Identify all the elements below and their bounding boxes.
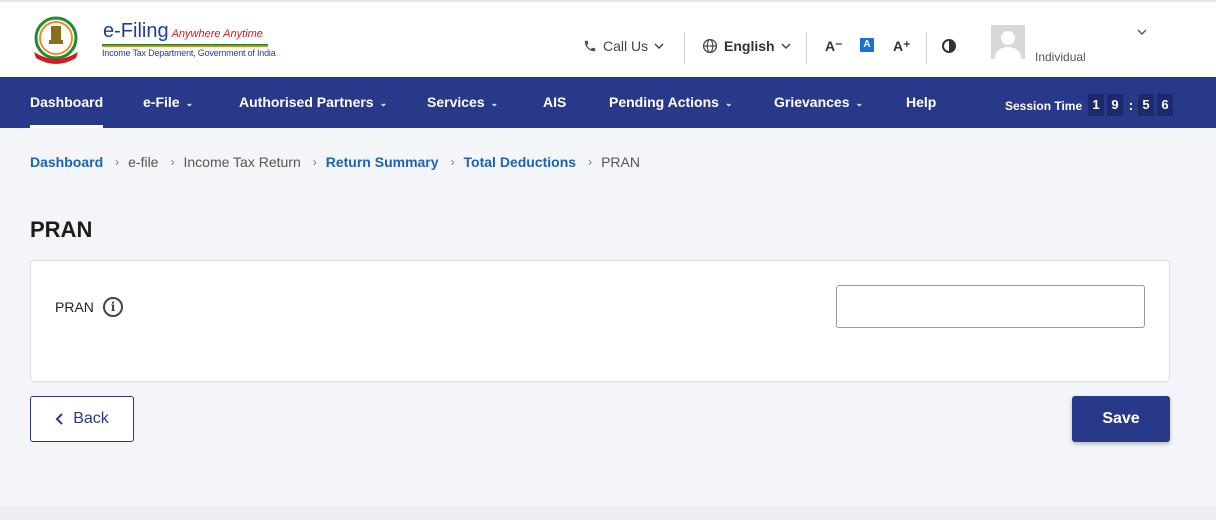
back-button[interactable]: Back <box>30 396 134 442</box>
breadcrumb-efile: e-file <box>128 154 159 170</box>
nav-efile[interactable]: e-File ⌄ <box>143 77 193 128</box>
info-icon[interactable]: i <box>103 297 123 317</box>
avatar[interactable] <box>991 25 1025 59</box>
phone-icon <box>584 40 596 52</box>
chevron-down-icon[interactable] <box>1136 27 1148 37</box>
chevron-down-icon: ⌄ <box>185 98 194 108</box>
chevron-left-icon <box>55 413 63 425</box>
contrast-toggle-icon[interactable] <box>942 39 956 53</box>
user-role: Individual <box>1035 50 1086 64</box>
chevron-right-icon: › <box>312 155 317 169</box>
chevron-right-icon: › <box>450 155 455 169</box>
session-digit: 6 <box>1157 94 1173 116</box>
language-selector[interactable]: English <box>702 38 791 54</box>
session-colon: : <box>1128 97 1134 113</box>
pran-input[interactable] <box>836 285 1145 328</box>
save-button[interactable]: Save <box>1072 396 1170 442</box>
chevron-right-icon: › <box>170 155 175 169</box>
footer-strip <box>0 506 1216 520</box>
nav-services[interactable]: Services ⌄ <box>427 77 498 128</box>
pran-field-label: PRAN <box>55 299 94 315</box>
breadcrumb-dashboard[interactable]: Dashboard <box>30 154 103 170</box>
emblem-icon <box>34 16 78 64</box>
session-time-label: Session Time <box>1005 99 1083 113</box>
nav-grievances[interactable]: Grievances ⌄ <box>774 77 863 128</box>
chevron-down-icon: ⌄ <box>379 98 388 108</box>
main-nav: Dashboard e-File ⌄ Authorised Partners ⌄ S… <box>0 77 1216 128</box>
nav-authorised-partners[interactable]: Authorised Partners ⌄ <box>239 77 387 128</box>
session-timer: 1 9 : 5 6 <box>1088 94 1176 116</box>
header-divider <box>926 32 927 64</box>
nav-dashboard[interactable]: Dashboard <box>30 77 104 128</box>
session-digit: 5 <box>1138 94 1154 116</box>
session-digit: 1 <box>1088 94 1104 116</box>
nav-pending-actions[interactable]: Pending Actions ⌄ <box>609 77 732 128</box>
breadcrumb-total-deductions[interactable]: Total Deductions <box>464 154 577 170</box>
breadcrumb-return-summary[interactable]: Return Summary <box>326 154 439 170</box>
back-button-label: Back <box>73 410 109 427</box>
breadcrumb: Dashboard › e-file › Income Tax Return ›… <box>30 154 640 170</box>
language-label: English <box>724 38 775 54</box>
breadcrumb-pran: PRAN <box>601 154 640 170</box>
chevron-right-icon: › <box>115 155 120 169</box>
breadcrumb-income-tax-return: Income Tax Return <box>183 154 301 170</box>
chevron-down-icon: ⌄ <box>724 98 733 108</box>
brand-tagline: Anywhere Anytime <box>171 28 263 40</box>
brand-name: e-Filing Anywhere Anytime <box>103 20 263 42</box>
top-header: e-Filing Anywhere Anytime Income Tax Depa… <box>0 0 1216 77</box>
globe-icon <box>702 38 718 54</box>
font-increase-button[interactable]: A⁺ <box>893 38 911 55</box>
font-default-button[interactable]: A <box>860 38 874 52</box>
font-decrease-button[interactable]: A⁻ <box>825 38 843 55</box>
session-digit: 9 <box>1107 94 1123 116</box>
header-divider <box>806 32 807 64</box>
nav-ais[interactable]: AIS <box>543 77 566 128</box>
call-us-menu[interactable]: Call Us <box>583 38 664 54</box>
chevron-down-icon <box>654 43 664 50</box>
page-title: PRAN <box>30 217 93 242</box>
nav-help[interactable]: Help <box>906 77 936 128</box>
efiling-logo[interactable]: e-Filing Anywhere Anytime Income Tax Depa… <box>30 16 276 64</box>
chevron-right-icon: › <box>588 155 593 169</box>
brand-divider <box>102 44 268 47</box>
header-divider <box>684 32 685 64</box>
pran-form-card: PRAN i <box>30 260 1170 382</box>
chevron-down-icon: ⌄ <box>855 98 864 108</box>
brand-subtitle: Income Tax Department, Government of Ind… <box>102 48 276 58</box>
chevron-down-icon: ⌄ <box>490 98 499 108</box>
chevron-down-icon <box>781 43 791 50</box>
call-us-label: Call Us <box>603 38 649 54</box>
